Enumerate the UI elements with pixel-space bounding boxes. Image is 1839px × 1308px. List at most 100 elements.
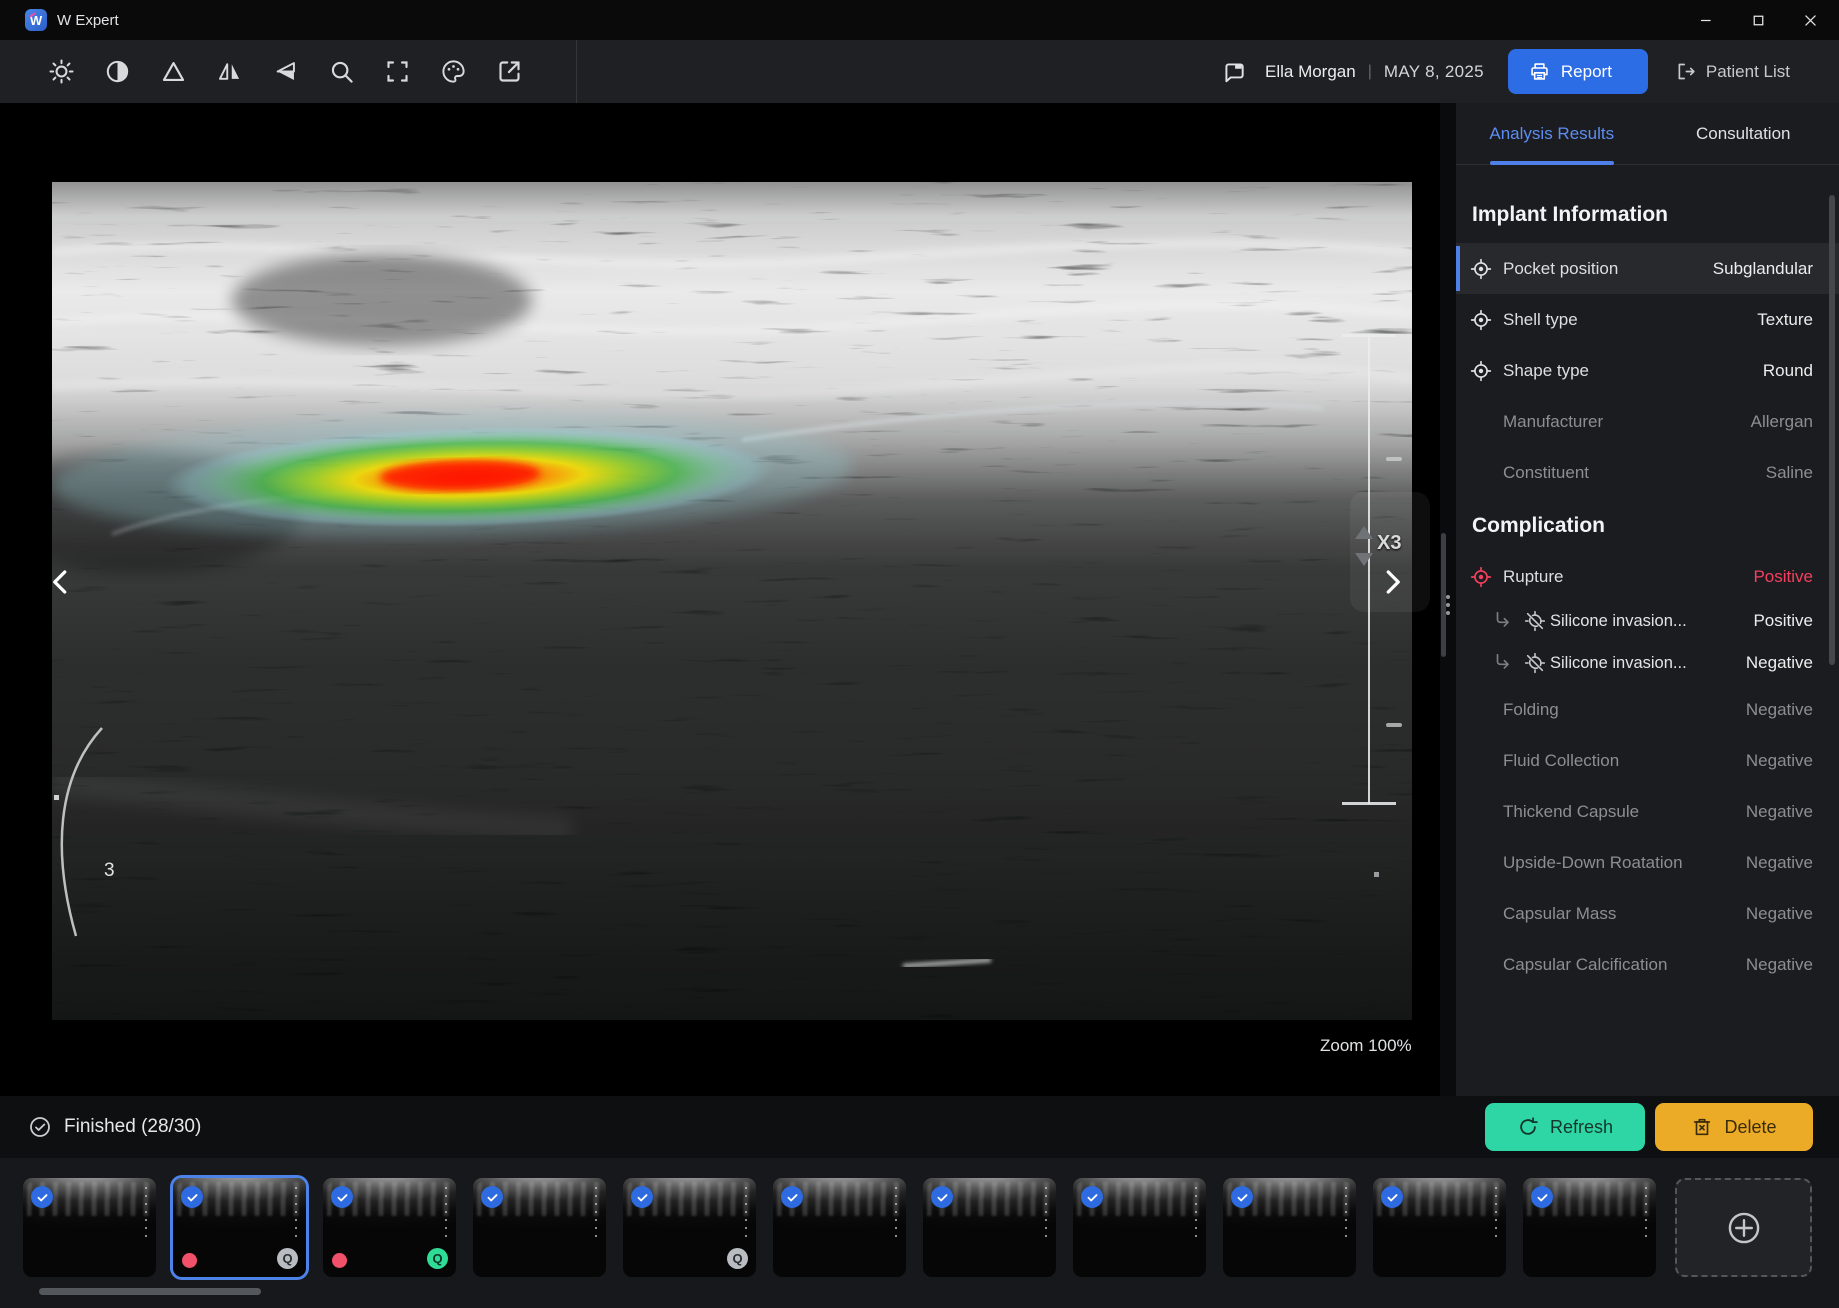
patient-list-label: Patient List [1706, 62, 1790, 82]
result-row-folding[interactable]: Folding Negative [1456, 684, 1839, 735]
title-bar: W W Expert [0, 0, 1839, 40]
result-row-thickend-capsule[interactable]: Thickend Capsule Negative [1456, 786, 1839, 837]
check-icon [1086, 1191, 1099, 1204]
status-actions: Refresh Delete [1485, 1103, 1813, 1151]
row-value: Negative [1746, 904, 1813, 924]
row-label: Thickend Capsule [1503, 802, 1746, 822]
check-badge [931, 1186, 953, 1208]
contrast-icon [104, 58, 131, 85]
panel-divider[interactable] [1440, 103, 1456, 1096]
magnifier-icon [328, 58, 355, 85]
panel-content: Implant Information Pocket position Subg… [1456, 165, 1839, 1096]
flag-dot [332, 1253, 347, 1268]
fullscreen-button[interactable] [374, 49, 420, 95]
thumbnail-4[interactable] [473, 1178, 606, 1277]
next-image-button[interactable] [1375, 565, 1409, 599]
row-value: Allergan [1751, 412, 1813, 432]
row-value: Positive [1753, 567, 1813, 587]
row-value: Positive [1753, 611, 1813, 631]
panel-scrollbar-thumb[interactable] [1829, 195, 1835, 665]
row-label: Capsular Calcification [1503, 955, 1746, 975]
magnify-button[interactable] [318, 49, 364, 95]
result-row-fluid-collection[interactable]: Fluid Collection Negative [1456, 735, 1839, 786]
icon-spacer [1468, 748, 1494, 774]
thumbnail-6[interactable] [773, 1178, 906, 1277]
result-row-manufacturer[interactable]: Manufacturer Allergan [1456, 396, 1839, 447]
tab-analysis-results[interactable]: Analysis Results [1456, 103, 1648, 164]
filmstrip-track: Q Q Q [23, 1178, 1812, 1277]
divider-drag-handle[interactable] [1446, 595, 1450, 615]
contrast-button[interactable] [94, 49, 140, 95]
maximize-button[interactable] [1746, 8, 1770, 32]
delete-button-label: Delete [1724, 1117, 1776, 1138]
result-row-silicone-invasion-1[interactable]: Silicone invasion... Positive [1456, 600, 1839, 642]
measurement-number: 3 [104, 860, 115, 881]
thumbnail-5[interactable]: Q [623, 1178, 756, 1277]
thumbnail-1[interactable] [23, 1178, 156, 1277]
thumbnail-11[interactable] [1523, 1178, 1656, 1277]
result-row-constituent[interactable]: Constituent Saline [1456, 447, 1839, 498]
result-row-rupture[interactable]: Rupture Positive [1456, 554, 1839, 600]
filmstrip-scrollbar-thumb[interactable] [39, 1288, 261, 1295]
thumbnail-2[interactable]: Q [173, 1178, 306, 1277]
subitem-arrow-icon [1492, 651, 1516, 675]
icon-spacer [1468, 901, 1494, 927]
row-value: Negative [1746, 802, 1813, 822]
result-row-silicone-invasion-2[interactable]: Silicone invasion... Negative [1456, 642, 1839, 684]
icon-spacer [1468, 850, 1494, 876]
logout-icon [1675, 61, 1696, 82]
scale-down-arrow-icon[interactable] [1355, 553, 1373, 566]
filmstrip: Q Q Q [0, 1158, 1839, 1308]
flip-vertical-button[interactable] [262, 49, 308, 95]
scale-multiplier-label[interactable]: X3 [1377, 532, 1401, 555]
check-icon [636, 1191, 649, 1204]
row-label: Silicone invasion... [1550, 654, 1746, 673]
quality-badge: Q [427, 1248, 448, 1269]
refresh-button[interactable]: Refresh [1485, 1103, 1645, 1151]
check-icon [1536, 1191, 1549, 1204]
close-button[interactable] [1798, 8, 1822, 32]
result-row-capsular-calcification[interactable]: Capsular Calcification Negative [1456, 939, 1839, 990]
thumbnail-10[interactable] [1373, 1178, 1506, 1277]
check-icon [1386, 1191, 1399, 1204]
chevron-right-icon [1377, 567, 1407, 597]
thumbnail-3[interactable]: Q [323, 1178, 456, 1277]
thumbnail-8[interactable] [1073, 1178, 1206, 1277]
printer-icon [1529, 61, 1550, 82]
add-image-tile[interactable] [1675, 1178, 1812, 1277]
scale-up-arrow-icon[interactable] [1355, 526, 1373, 539]
check-badge [1081, 1186, 1103, 1208]
caliper-line [1368, 336, 1370, 804]
brightness-button[interactable] [38, 49, 84, 95]
chat-button[interactable] [1221, 59, 1247, 85]
window-controls [1694, 8, 1822, 32]
patient-list-button[interactable]: Patient List [1675, 61, 1790, 82]
result-row-shape-type[interactable]: Shape type Round [1456, 345, 1839, 396]
ultrasound-viewer[interactable]: 3 X3 Zoom 100% [0, 103, 1440, 1096]
previous-image-button[interactable] [44, 565, 78, 599]
palette-button[interactable] [430, 49, 476, 95]
tab-analysis-results-label: Analysis Results [1489, 124, 1614, 144]
thumbnail-7[interactable] [923, 1178, 1056, 1277]
result-row-pocket-position[interactable]: Pocket position Subglandular [1456, 243, 1839, 294]
flip-horizontal-icon [216, 58, 243, 85]
tab-consultation[interactable]: Consultation [1648, 103, 1839, 164]
result-row-capsular-mass[interactable]: Capsular Mass Negative [1456, 888, 1839, 939]
row-label: Folding [1503, 700, 1746, 720]
result-row-upside-down-rotation[interactable]: Upside-Down Roatation Negative [1456, 837, 1839, 888]
report-button[interactable]: Report [1508, 49, 1648, 94]
check-icon [186, 1191, 199, 1204]
check-icon [936, 1191, 949, 1204]
check-icon [36, 1191, 49, 1204]
result-row-shell-type[interactable]: Shell type Texture [1456, 294, 1839, 345]
panel-tabs: Analysis Results Consultation [1456, 103, 1839, 165]
export-button[interactable] [486, 49, 532, 95]
row-label: Shape type [1503, 361, 1763, 381]
row-label: Constituent [1503, 463, 1766, 483]
threshold-button[interactable] [150, 49, 196, 95]
minimize-button[interactable] [1694, 8, 1718, 32]
check-icon [786, 1191, 799, 1204]
flip-horizontal-button[interactable] [206, 49, 252, 95]
delete-button[interactable]: Delete [1655, 1103, 1813, 1151]
thumbnail-9[interactable] [1223, 1178, 1356, 1277]
